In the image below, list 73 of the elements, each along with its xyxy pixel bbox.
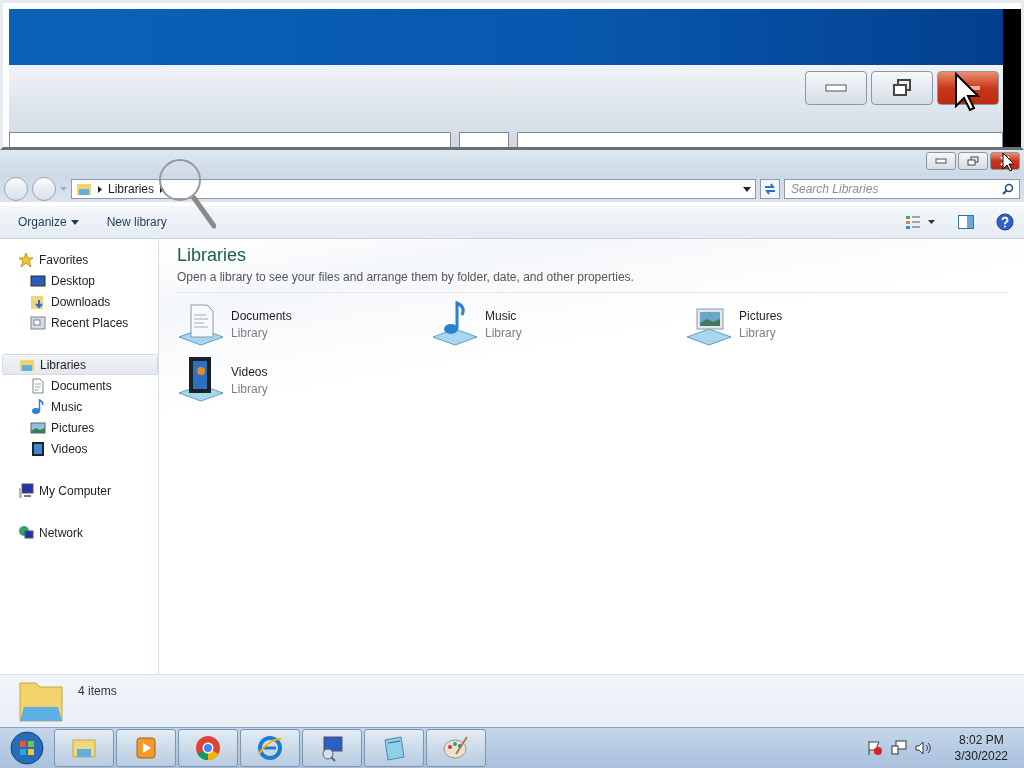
star-icon — [18, 251, 34, 268]
volume-icon[interactable] — [914, 740, 931, 756]
chevron-icon[interactable] — [160, 185, 165, 193]
restore-icon — [891, 78, 913, 98]
refresh-button[interactable] — [459, 132, 509, 147]
item-count: 4 items — [78, 684, 117, 698]
sidebar-item[interactable]: Recent Places — [0, 312, 158, 333]
menu-button[interactable]: Organize — [8, 211, 89, 233]
search-icon — [1002, 183, 1014, 195]
browser-icon — [256, 734, 284, 762]
refresh-icon — [763, 183, 777, 195]
clock[interactable]: 8:02 PM 3/30/2022 — [954, 733, 1008, 763]
close-icon — [999, 156, 1011, 166]
video-library-icon — [177, 355, 225, 403]
dropdown-icon[interactable] — [743, 186, 751, 192]
sidebar-item[interactable]: Videos — [0, 438, 158, 459]
help-icon[interactable] — [996, 213, 1014, 231]
toolbar-button[interactable]: New library — [96, 211, 177, 233]
library-icon — [76, 181, 92, 197]
desktop-icon — [30, 272, 46, 289]
taskbar-button[interactable] — [116, 729, 176, 767]
library-item[interactable]: Music Library — [431, 299, 685, 347]
chevron-icon[interactable] — [98, 185, 102, 193]
preview-pane-icon[interactable] — [958, 215, 974, 229]
library-item[interactable]: Documents Library — [177, 299, 431, 347]
document-icon — [30, 377, 46, 394]
network-icon — [18, 524, 34, 541]
library-icon — [18, 679, 64, 723]
sidebar-item[interactable]: Pictures — [0, 417, 158, 438]
caret-icon — [70, 219, 79, 225]
view-options-icon[interactable] — [906, 215, 936, 229]
taskbar-button[interactable] — [240, 729, 300, 767]
recent-places-icon — [30, 314, 46, 331]
minimize-button[interactable] — [926, 152, 956, 170]
taskbar-button[interactable] — [426, 729, 486, 767]
cursor-icon — [1002, 152, 1016, 172]
cursor-icon — [954, 72, 982, 112]
taskbar-button[interactable] — [54, 729, 114, 767]
sidebar-item[interactable]: Downloads — [0, 291, 158, 312]
search-field[interactable]: Search Libraries — [784, 179, 1020, 199]
refresh-button[interactable] — [760, 179, 780, 199]
sidebar-item[interactable]: Desktop — [0, 270, 158, 291]
flag-icon[interactable] — [866, 740, 883, 756]
paint-palette-icon — [442, 734, 470, 762]
address-field[interactable]: Libraries — [71, 179, 756, 199]
sidebar-item[interactable]: Network — [0, 522, 158, 543]
search-field[interactable] — [517, 132, 1003, 147]
network-icon[interactable] — [890, 740, 907, 756]
library-item[interactable]: Videos Library — [177, 355, 431, 403]
sidebar-item[interactable]: Documents — [0, 375, 158, 396]
minimize-icon — [935, 158, 947, 164]
sidebar-item[interactable]: Libraries — [2, 354, 158, 375]
page-title: Libraries — [177, 245, 248, 266]
breadcrumb-item[interactable]: Libraries — [108, 182, 155, 196]
music-library-icon — [431, 299, 479, 347]
taskbar-button[interactable] — [178, 729, 238, 767]
taskbar-button[interactable] — [302, 729, 362, 767]
taskbar-button[interactable] — [364, 729, 424, 767]
library-item[interactable]: Pictures Library — [685, 299, 939, 347]
film-icon — [30, 440, 46, 457]
restore-button[interactable] — [871, 71, 933, 105]
folder-download-icon — [30, 293, 46, 310]
description: Open a library to see your files and arrange them by folder, date, and other properties. — [177, 270, 1008, 293]
minimize-icon — [825, 83, 847, 93]
restore-icon — [967, 156, 979, 166]
sidebar-item[interactable]: Music — [0, 396, 158, 417]
computer-icon — [18, 482, 34, 499]
music-note-icon — [30, 398, 46, 415]
address-field[interactable] — [9, 132, 451, 147]
sidebar-item[interactable]: My Computer — [0, 480, 158, 501]
picture-icon — [30, 419, 46, 436]
chrome-icon — [194, 734, 222, 762]
sidebar-item[interactable]: Favorites — [0, 249, 158, 270]
